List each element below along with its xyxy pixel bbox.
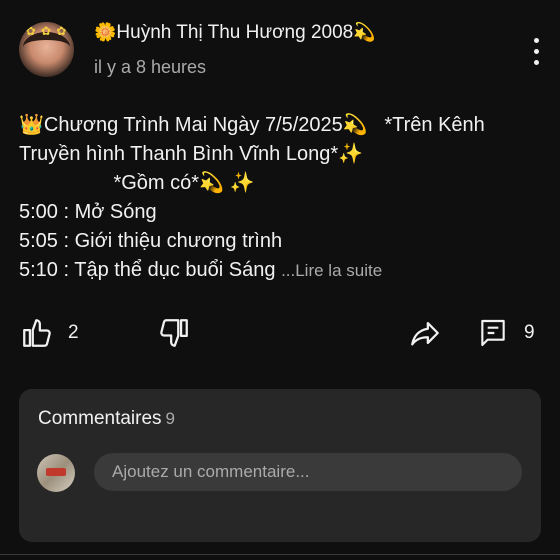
like-count: 2 bbox=[68, 322, 79, 343]
post-line-text: 5:10 : Tập thể dục buổi Sáng bbox=[19, 259, 282, 281]
bottom-divider bbox=[0, 554, 560, 555]
thumb-down-icon[interactable] bbox=[157, 316, 191, 350]
comments-title: Commentaires bbox=[38, 408, 162, 429]
post-line: *Gồm có*💫 ✨ bbox=[19, 172, 255, 194]
post-line: 5:05 : Giới thiệu chương trình bbox=[19, 230, 283, 252]
post-body: 👑Chương Trình Mai Ngày 7/5/2025💫 *Trên K… bbox=[19, 111, 549, 285]
share-icon[interactable] bbox=[407, 316, 443, 350]
post-line: 5:00 : Mở Sóng bbox=[19, 201, 157, 223]
read-more-link[interactable]: ...Lire la suite bbox=[281, 261, 382, 280]
avatar-flower-crown: ✿ ✿ ✿ bbox=[25, 24, 68, 38]
post-line-last: 5:10 : Tập thể dục buổi Sáng ...Lire la … bbox=[19, 256, 549, 285]
comments-heading: Commentaires 9 bbox=[38, 408, 175, 430]
post-header: ✿ ✿ ✿ 🌼Huỳnh Thị Thu Hương 2008💫 il y a … bbox=[0, 0, 560, 100]
post-line: 👑Chương Trình Mai Ngày 7/5/2025💫 *Trên K… bbox=[19, 114, 485, 136]
comment-input-placeholder: Ajoutez un commentaire... bbox=[112, 462, 310, 481]
sparkle-emoji: 💫 bbox=[353, 22, 376, 42]
comments-count: 9 bbox=[165, 409, 176, 428]
action-bar: 2 9 bbox=[0, 312, 560, 356]
user-avatar bbox=[37, 454, 75, 492]
comment-count: 9 bbox=[524, 322, 535, 343]
post-timestamp: il y a 8 heures bbox=[94, 57, 207, 77]
post-line: Truyền hình Thanh Bình Vĩnh Long*✨ bbox=[19, 143, 364, 165]
comments-section[interactable]: Commentaires 9 Ajoutez un commentaire... bbox=[19, 389, 541, 542]
author-name-text: Huỳnh Thị Thu Hương 2008 bbox=[116, 22, 354, 43]
comment-icon[interactable] bbox=[477, 316, 509, 350]
flower-emoji: 🌼 bbox=[94, 22, 117, 42]
author-avatar[interactable]: ✿ ✿ ✿ bbox=[19, 22, 74, 77]
more-vert-icon[interactable] bbox=[526, 34, 546, 70]
author-name[interactable]: 🌼Huỳnh Thị Thu Hương 2008💫 bbox=[94, 22, 376, 44]
comment-input[interactable]: Ajoutez un commentaire... bbox=[94, 453, 522, 491]
thumb-up-icon[interactable] bbox=[20, 316, 54, 350]
